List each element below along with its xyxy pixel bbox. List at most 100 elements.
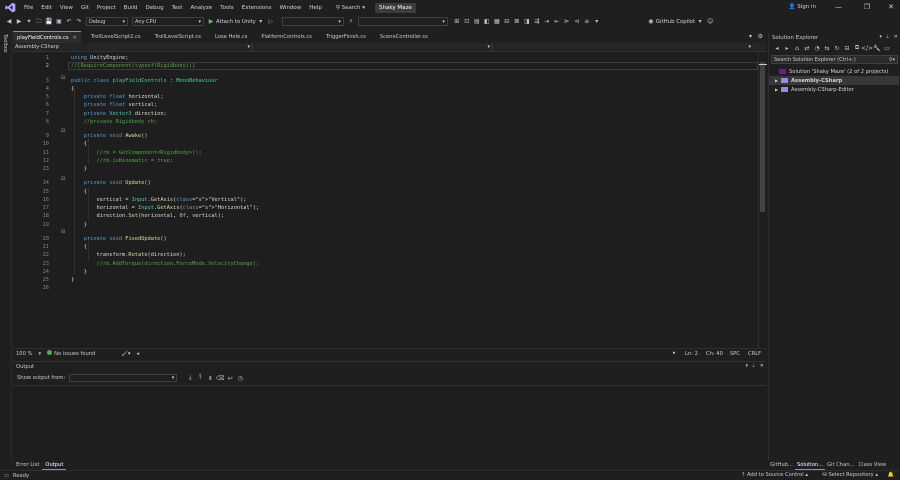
close-icon[interactable]: ✕ xyxy=(73,35,77,41)
toolbar-tool-icon-14[interactable]: ≡ xyxy=(582,17,592,27)
collapse-icon[interactable]: ⊟ xyxy=(61,75,65,81)
toolbar-tool-icon-5[interactable]: ▦ xyxy=(492,17,502,27)
add-to-source-control-button[interactable]: ↑ Add to Source Control ▴ xyxy=(737,472,812,478)
output-source-select[interactable]: ▾ xyxy=(69,374,178,382)
undo-icon[interactable]: ↶ xyxy=(64,17,74,27)
issues-indicator[interactable]: No issues found xyxy=(44,350,98,357)
toolbar-tool-icon-10[interactable]: ⇥ xyxy=(542,17,552,27)
minimize-button[interactable]: — xyxy=(835,3,842,11)
next-message-icon[interactable]: ⇟ xyxy=(205,373,215,383)
tab-scenecontroller[interactable]: SceneController.cs xyxy=(376,31,432,43)
select-repository-button[interactable]: ⛁ Select Repository ▴ xyxy=(818,472,882,478)
hot-reload-icon[interactable]: ⚡ xyxy=(346,17,356,27)
toolbar-tool-icon-15[interactable]: ▾ xyxy=(592,17,602,27)
menu-window[interactable]: Window xyxy=(276,5,306,11)
window-options-icon[interactable]: ▾ xyxy=(745,363,748,369)
zoom-level[interactable]: 100 % xyxy=(13,351,35,357)
forward-icon[interactable]: ▸ xyxy=(782,43,792,53)
solution-search-input[interactable]: Search Solution Explorer (Ctrl+;) ⚲▾ xyxy=(771,55,898,64)
collapse-icon[interactable]: ⊟ xyxy=(61,229,65,235)
copilot-dropdown-icon[interactable]: ▾ xyxy=(695,17,705,27)
tab-class-view[interactable]: Class View xyxy=(857,461,889,469)
tab-github[interactable]: GitHub... xyxy=(768,461,795,469)
menu-test[interactable]: Test xyxy=(168,5,187,11)
start-debugging-icon[interactable]: ▶ xyxy=(206,17,216,27)
redo-icon[interactable]: ↷ xyxy=(74,17,84,27)
attach-to-unity-button[interactable]: Attach to Unity xyxy=(216,19,256,25)
scrollbar-thumb[interactable] xyxy=(760,62,765,212)
close-window-button[interactable]: ✕ xyxy=(888,3,894,11)
save-icon[interactable]: 💾 xyxy=(44,17,54,27)
output-text-area[interactable] xyxy=(13,385,766,461)
tab-lose-hole[interactable]: Lose Hole.cs xyxy=(211,31,251,43)
attach-dropdown-icon[interactable]: ▾ xyxy=(256,17,266,27)
configuration-select[interactable]: Debug ▾ xyxy=(86,17,128,26)
toolbar-tool-icon-2[interactable]: ⊡ xyxy=(462,17,472,27)
toggle-word-wrap-icon[interactable]: ↩ xyxy=(225,373,235,383)
navigate-back-icon[interactable]: ◀ xyxy=(4,17,14,27)
sign-in-button[interactable]: 👤 Sign in xyxy=(789,4,816,10)
menu-view[interactable]: View xyxy=(56,5,77,11)
toolbar-tool-icon-3[interactable]: ▤ xyxy=(472,17,482,27)
tab-trolllevelscript2[interactable]: TrollLevelScript2.cs xyxy=(87,31,145,43)
tab-trolllevelscript[interactable]: TrollLevelScript.cs xyxy=(151,31,205,43)
find-message-icon[interactable]: ⤓ xyxy=(185,373,195,383)
tab-list-dropdown-icon[interactable]: ▾ xyxy=(749,33,752,40)
toolbar-tool-icon-13[interactable]: ⊲ xyxy=(572,17,582,27)
tab-solution-explorer[interactable]: Solution... xyxy=(794,461,826,470)
tab-output[interactable]: Output xyxy=(42,461,67,470)
tree-item-assembly-csharp[interactable]: ▶ Assembly-CSharp xyxy=(769,76,899,85)
tree-item-assembly-csharp-editor[interactable]: ▶ Assembly-CSharp-Editor xyxy=(769,85,899,94)
tab-triggerfinish[interactable]: TriggerFinish.cs xyxy=(322,31,370,43)
show-timestamps-icon[interactable]: ◷ xyxy=(235,373,245,383)
preview-selected-items-icon[interactable]: ▭ xyxy=(882,43,892,53)
menu-extensions[interactable]: Extensions xyxy=(238,5,276,11)
toolbox-tab[interactable]: Toolbox xyxy=(2,34,8,53)
menu-build[interactable]: Build xyxy=(120,5,142,11)
close-icon[interactable]: ✕ xyxy=(760,363,764,369)
menu-file[interactable]: File xyxy=(20,5,37,11)
scroll-right-icon[interactable]: ▸ xyxy=(673,350,676,356)
menu-edit[interactable]: Edit xyxy=(37,5,56,11)
github-copilot-button[interactable]: GitHub Copilot xyxy=(656,19,695,25)
collapse-icon[interactable]: ⊟ xyxy=(61,176,65,182)
pending-changes-filter-icon[interactable]: ◔ xyxy=(812,43,822,53)
close-icon[interactable]: ✕ xyxy=(894,34,898,40)
switch-views-icon[interactable]: ⇄ xyxy=(802,43,812,53)
member-scope-select[interactable]: ▾ xyxy=(493,43,753,51)
target-select[interactable]: ▾ xyxy=(281,17,344,26)
toolbar-tool-icon-11[interactable]: ⇤ xyxy=(552,17,562,27)
toolbar-tool-icon-9[interactable]: ⇶ xyxy=(532,17,542,27)
open-folder-icon[interactable]: 🗀 xyxy=(34,17,44,27)
navigate-forward-icon[interactable]: ▶ xyxy=(14,17,24,27)
view-code-icon[interactable]: </> xyxy=(861,43,873,53)
project-scope-select[interactable]: Assembly-CSharp ▾ xyxy=(13,43,253,51)
whitespace-indicator[interactable]: SPC xyxy=(730,351,740,357)
refresh-icon[interactable]: ↻ xyxy=(832,43,842,53)
code-editor[interactable]: ⊟ ⊟ ⊟ ⊟ 1 2 3 4 5 6 7 8 9 10 11 12 13 14 15 16 17 18 19 20 2… xyxy=(13,52,758,348)
start-without-debugging-icon[interactable]: ▷ xyxy=(266,17,276,27)
menu-git[interactable]: Git xyxy=(77,5,93,11)
zoom-dropdown-icon[interactable]: ▾ xyxy=(35,351,44,357)
properties-icon[interactable]: 🔧 xyxy=(872,43,882,53)
visual-studio-logo-icon[interactable] xyxy=(0,0,20,15)
tree-item-solution[interactable]: Solution 'Shaky Maze' (2 of 2 projects) xyxy=(769,67,899,76)
back-icon[interactable]: ◂ xyxy=(772,43,782,53)
new-item-icon[interactable]: ✦ xyxy=(24,17,34,27)
line-ending-indicator[interactable]: CRLF xyxy=(748,351,761,357)
code-cleanup-icon[interactable]: 🖌▾ xyxy=(118,351,133,357)
collapse-all-icon[interactable]: ⊟ xyxy=(842,43,852,53)
save-all-icon[interactable]: ▣ xyxy=(54,17,64,27)
menu-tools[interactable]: Tools xyxy=(216,5,238,11)
toolbar-tool-icon-1[interactable]: ⊞ xyxy=(452,17,462,27)
pin-icon[interactable]: ⊥ xyxy=(886,34,890,40)
tab-playfieldcontrols[interactable]: playFieldControls.cs ✕ xyxy=(13,31,81,43)
previous-message-icon[interactable]: ⤒ xyxy=(195,373,205,383)
github-copilot-icon[interactable]: ◉ xyxy=(646,17,656,27)
menu-help[interactable]: Help xyxy=(305,5,326,11)
toolbar-tool-icon-7[interactable]: ⊠ xyxy=(512,17,522,27)
menu-project[interactable]: Project xyxy=(93,5,120,11)
toolbar-tool-icon-4[interactable]: ◧ xyxy=(482,17,492,27)
pin-icon[interactable]: ⊥ xyxy=(752,363,756,369)
notifications-icon[interactable]: 🔔 xyxy=(884,472,898,478)
